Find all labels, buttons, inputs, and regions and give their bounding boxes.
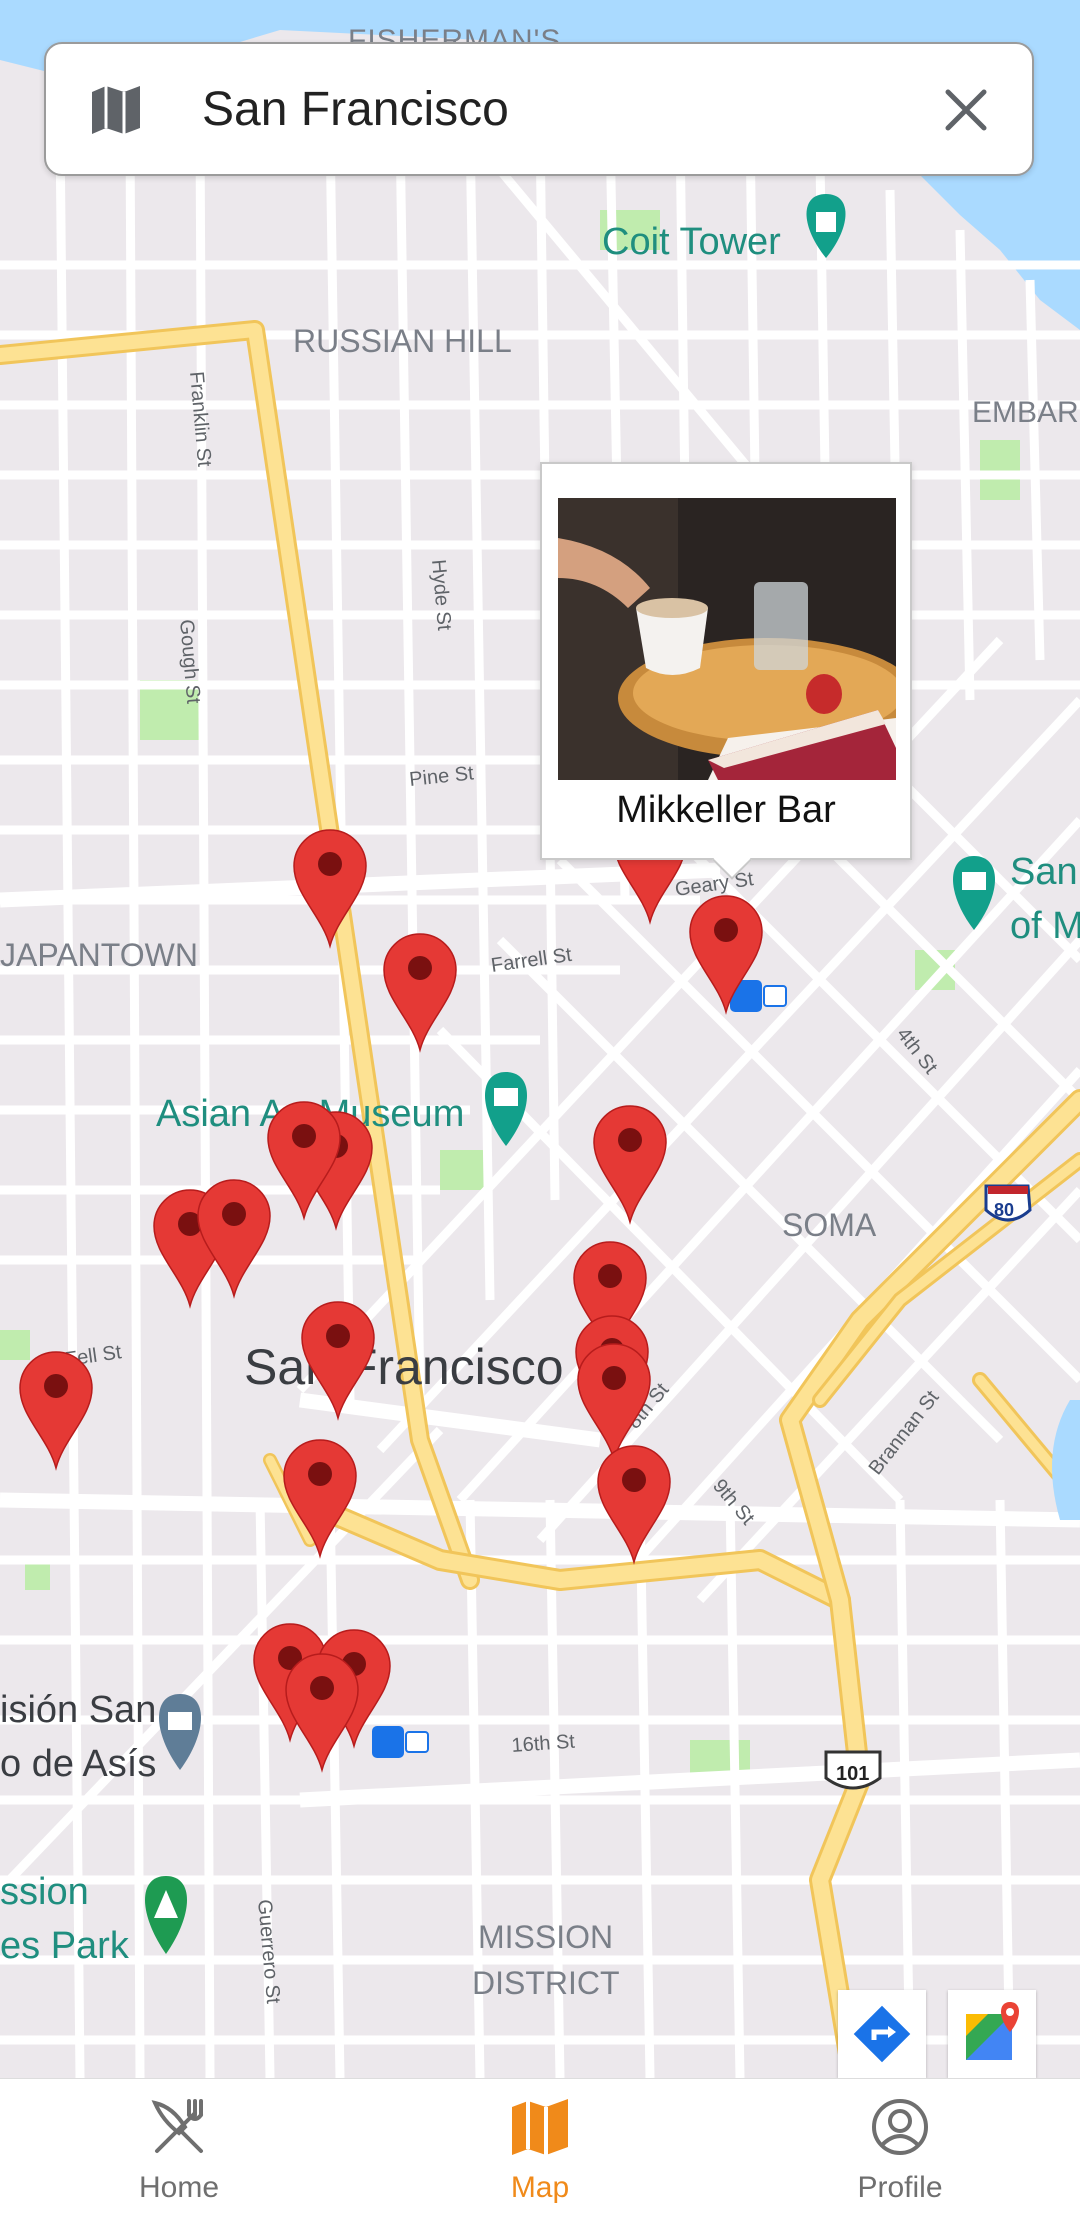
google-maps-icon bbox=[966, 2002, 1019, 2060]
label-mission-district-line2: DISTRICT bbox=[472, 1965, 620, 2001]
nav-map[interactable]: Map bbox=[440, 2079, 640, 2219]
nav-profile-label: Profile bbox=[857, 2171, 943, 2204]
label-mission-district-line1: MISSION bbox=[478, 1919, 613, 1955]
search-input[interactable]: San Francisco bbox=[202, 80, 509, 140]
fork-knife-icon bbox=[151, 2099, 203, 2153]
map-view[interactable]: FISHERMAN'S Coit Tower RUSSIAN HILL EMBA… bbox=[0, 0, 1080, 2078]
close-icon[interactable] bbox=[938, 82, 994, 138]
nav-home[interactable]: Home bbox=[79, 2079, 279, 2219]
search-bar[interactable]: San Francisco bbox=[44, 42, 1034, 176]
label-russian-hill: RUSSIAN HILL bbox=[293, 323, 512, 359]
label-16th-st: 16th St bbox=[511, 1731, 576, 1757]
open-in-google-maps-button[interactable] bbox=[948, 1990, 1036, 2078]
label-sfmoma-line2: of M bbox=[1010, 905, 1080, 947]
label-soma: SOMA bbox=[782, 1207, 877, 1243]
directions-icon bbox=[853, 2005, 911, 2063]
place-info-window[interactable]: Mikkeller Bar bbox=[540, 462, 912, 880]
label-coit-tower: Coit Tower bbox=[602, 221, 781, 263]
us-101-shield-icon: 101 bbox=[824, 1750, 882, 1790]
label-sfmoma-line1: San bbox=[1010, 851, 1078, 893]
nav-home-label: Home bbox=[138, 2171, 220, 2204]
label-mission-dolores-line1: isión San bbox=[0, 1689, 156, 1731]
label-mission-dolores-line2: o de Asís bbox=[0, 1743, 156, 1785]
place-title: Mikkeller Bar bbox=[616, 789, 836, 831]
label-san-francisco: San Francisco bbox=[244, 1339, 564, 1395]
place-photo bbox=[558, 498, 896, 780]
label-japantown: JAPANTOWN bbox=[0, 937, 198, 973]
directions-button[interactable] bbox=[838, 1990, 926, 2078]
svg-text:101: 101 bbox=[836, 1763, 869, 1785]
nav-map-label: Map bbox=[510, 2171, 570, 2204]
label-embarcadero: EMBARC bbox=[972, 396, 1080, 429]
nav-profile[interactable]: Profile bbox=[800, 2079, 1000, 2219]
svg-text:80: 80 bbox=[994, 1200, 1014, 1220]
map-icon bbox=[512, 2099, 568, 2155]
person-icon bbox=[872, 2099, 928, 2155]
bottom-navigation: Home Map Profile bbox=[0, 2078, 1080, 2219]
interstate-80-shield-icon: 80 bbox=[984, 1184, 1032, 1222]
label-mission-park-line2: es Park bbox=[0, 1925, 130, 1967]
label-mission-park-line1: ssion bbox=[0, 1871, 89, 1913]
map-icon bbox=[92, 86, 140, 134]
